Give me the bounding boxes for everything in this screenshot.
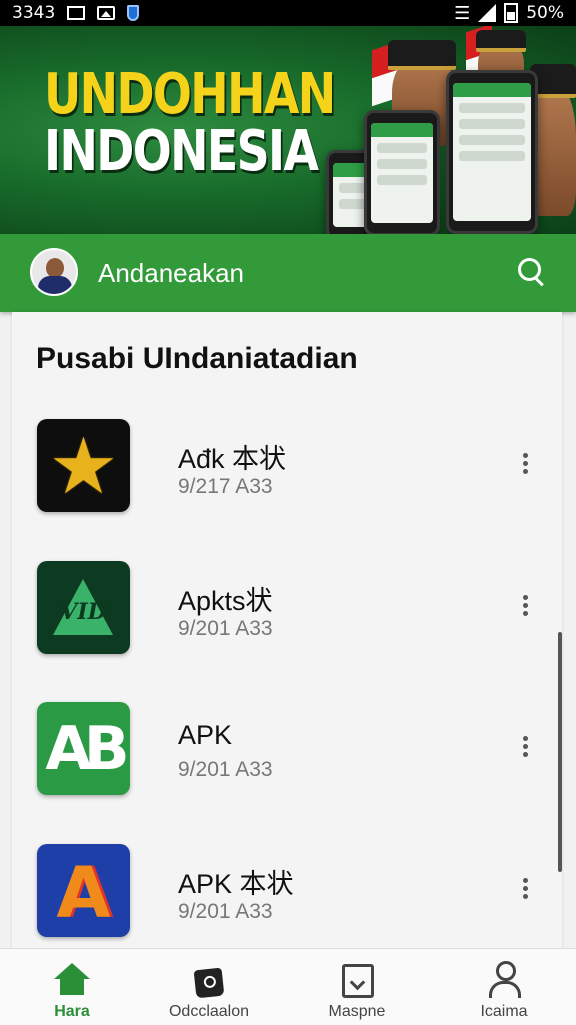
nav-item-home[interactable]: Hara	[0, 949, 144, 1025]
app-name: APK 本状	[178, 869, 294, 899]
star-app-icon: ★	[37, 419, 130, 512]
nav-label: Icaima	[480, 1003, 528, 1020]
signal-icon	[478, 4, 497, 22]
avatar[interactable]	[30, 248, 78, 296]
bag-icon	[191, 961, 227, 999]
more-options-icon[interactable]	[518, 878, 532, 904]
ab-app-icon: AB	[37, 702, 130, 795]
search-icon[interactable]	[516, 256, 550, 290]
wifi-icon: ☰	[454, 2, 471, 24]
app-date: 9/201 A33	[178, 900, 273, 923]
banner-title-line2: INDONESIA	[44, 119, 319, 185]
app-name: Apkts状	[178, 586, 273, 616]
app-name: APK	[178, 720, 233, 750]
nav-label: Odcclaalon	[168, 1003, 250, 1020]
list-item[interactable]: ★ Ađk 本状 9/217 A33	[12, 419, 562, 529]
banner-title: UNDOHHAN INDONESIA	[44, 62, 336, 185]
promo-banner[interactable]: UNDOHHAN INDONESIA	[0, 26, 576, 234]
app-date: 9/201 A33	[178, 617, 273, 640]
status-time: 3343	[12, 3, 56, 23]
app-name: Ađk 本状	[178, 444, 287, 474]
status-bar: 3343 ☰ 50%	[0, 0, 576, 26]
nav-label: Maspne	[328, 1003, 386, 1020]
battery-icon	[504, 3, 519, 23]
nav-label: Hara	[54, 1003, 90, 1020]
list-item[interactable]: A APK 本状 9/201 A33	[12, 844, 562, 954]
bottom-navigation: Hara Odcclaalon Maspne Icaima	[0, 948, 576, 1025]
nav-item-bag[interactable]: Odcclaalon	[137, 949, 281, 1025]
window-icon	[67, 6, 86, 20]
a-app-icon: A	[37, 844, 130, 937]
cap-figure	[388, 40, 456, 70]
shield-icon	[127, 5, 140, 21]
app-bar: Andaneakan	[0, 234, 576, 312]
list-item[interactable]: VID Apkts状 9/201 A33	[12, 561, 562, 671]
battery-level: 50%	[526, 3, 564, 23]
more-options-icon[interactable]	[518, 453, 532, 479]
tray-icon	[339, 961, 375, 998]
phone-illustration	[364, 110, 440, 234]
phone-illustration	[446, 70, 538, 234]
cap-figure	[476, 30, 526, 52]
nav-item-tray[interactable]: Maspne	[285, 949, 429, 1025]
app-date: 9/201 A33	[178, 758, 273, 781]
app-list-card: Pusabi UIndaniatadian ★ Ađk 本状 9/217 A33…	[12, 312, 562, 952]
more-options-icon[interactable]	[518, 595, 532, 621]
banner-title-line1: UNDOHHAN	[44, 62, 336, 127]
triangle-app-icon: VID	[37, 561, 130, 654]
list-item[interactable]: AB APK 9/201 A33	[12, 702, 562, 812]
home-icon	[54, 961, 90, 997]
section-title: Pusabi UIndaniatadian	[36, 342, 358, 375]
nav-item-profile[interactable]: Icaima	[432, 949, 576, 1025]
image-icon	[97, 6, 116, 20]
app-date: 9/217 A33	[178, 475, 273, 498]
more-options-icon[interactable]	[518, 736, 532, 762]
user-icon	[486, 961, 522, 998]
app-bar-title: Andaneakan	[98, 258, 245, 288]
